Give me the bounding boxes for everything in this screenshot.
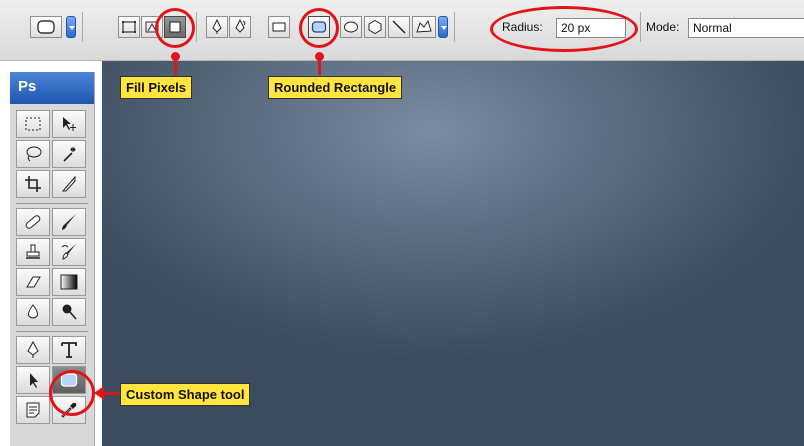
rounded-rectangle-highlight xyxy=(299,8,339,48)
path-selection-tool[interactable] xyxy=(16,366,50,394)
marquee-tool[interactable] xyxy=(16,110,50,138)
gradient-tool[interactable] xyxy=(52,268,86,296)
mode-label: Mode: xyxy=(646,20,680,34)
move-tool[interactable] xyxy=(52,110,86,138)
dodge-tool[interactable] xyxy=(52,298,86,326)
separator xyxy=(16,203,88,204)
slice-tool[interactable] xyxy=(52,170,86,198)
options-bar: Radius: 20 px Mode: Normal xyxy=(0,0,804,61)
blur-tool[interactable] xyxy=(16,298,50,326)
tool-preset-picker[interactable] xyxy=(30,16,62,38)
ellipse-tool-button[interactable] xyxy=(340,16,362,38)
toolbox-titlebar[interactable]: Ps xyxy=(10,72,94,104)
freeform-pen-button[interactable] xyxy=(229,16,251,38)
pen-tool[interactable] xyxy=(16,336,50,364)
type-tool[interactable] xyxy=(52,336,86,364)
separator xyxy=(196,12,197,42)
shape-layers-button[interactable] xyxy=(118,16,140,38)
line-tool-button[interactable] xyxy=(388,16,410,38)
fill-pixels-highlight xyxy=(155,8,195,48)
separator xyxy=(454,12,455,42)
custom-shape-arrow-line xyxy=(103,392,119,395)
separator xyxy=(640,12,641,42)
clone-stamp-tool[interactable] xyxy=(16,238,50,266)
photoshop-logo: Ps xyxy=(18,78,37,95)
custom-shape-tool-highlight xyxy=(49,370,95,416)
brush-tool[interactable] xyxy=(52,208,86,236)
fill-pixels-callout: Fill Pixels xyxy=(120,76,192,99)
pen-tool-button[interactable] xyxy=(206,16,228,38)
lasso-tool[interactable] xyxy=(16,140,50,168)
crop-tool[interactable] xyxy=(16,170,50,198)
history-brush-tool[interactable] xyxy=(52,238,86,266)
separator xyxy=(82,12,83,42)
rectangle-tool-button[interactable] xyxy=(268,16,290,38)
mode-select[interactable]: Normal xyxy=(688,18,804,38)
rounded-rectangle-callout: Rounded Rectangle xyxy=(268,76,403,99)
fill-pixels-pointer-line xyxy=(174,57,177,75)
tool-preset-dropdown[interactable] xyxy=(66,16,76,38)
custom-shape-tool-callout: Custom Shape tool xyxy=(120,383,251,406)
custom-shape-tool-button[interactable] xyxy=(412,16,436,38)
rounded-rectangle-pointer-line xyxy=(318,57,321,75)
radius-highlight xyxy=(490,6,638,52)
polygon-tool-button[interactable] xyxy=(364,16,386,38)
healing-brush-tool[interactable] xyxy=(16,208,50,236)
notes-tool[interactable] xyxy=(16,396,50,424)
eraser-tool[interactable] xyxy=(16,268,50,296)
custom-shape-dropdown[interactable] xyxy=(438,16,448,38)
magic-wand-tool[interactable] xyxy=(52,140,86,168)
separator xyxy=(16,331,88,332)
